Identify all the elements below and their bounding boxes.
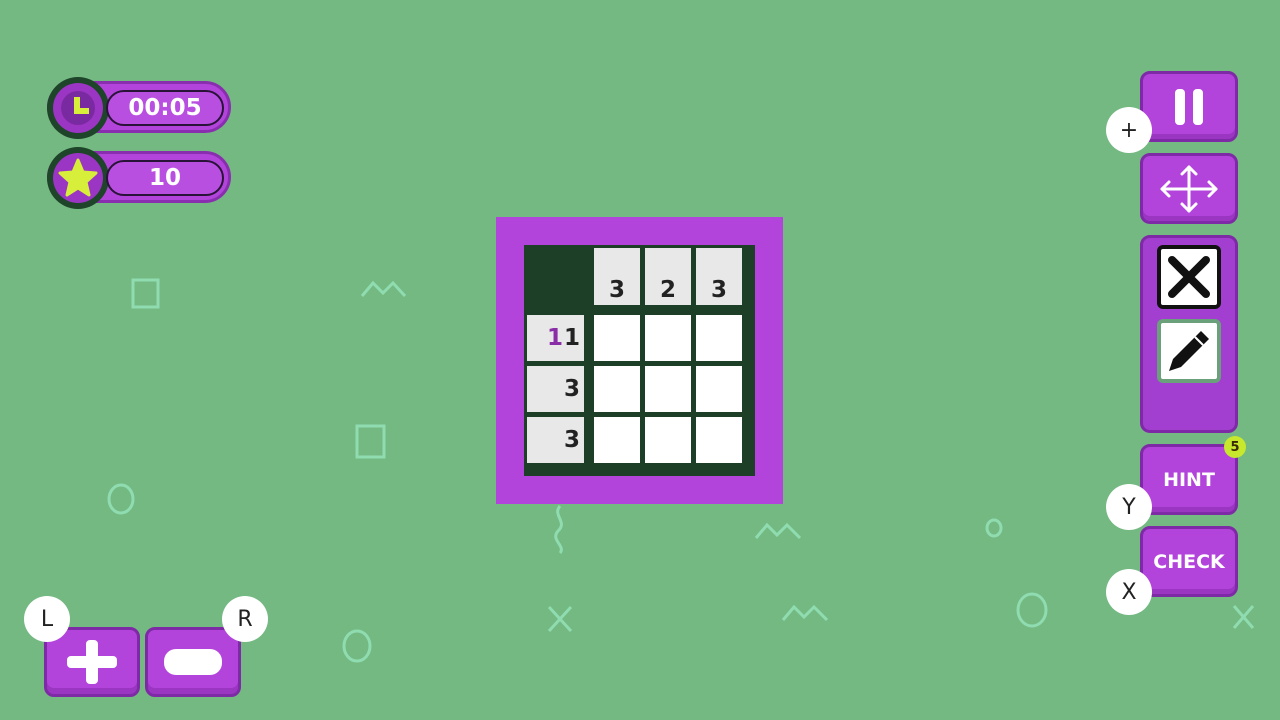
row-clue: 3 xyxy=(527,417,584,463)
column-clue: 3 xyxy=(594,248,640,305)
hint-count-badge: 5 xyxy=(1224,436,1246,458)
tool-selector xyxy=(1140,235,1238,433)
grid-cell[interactable] xyxy=(594,315,640,361)
puzzle-board: 3 2 3 11 3 3 xyxy=(524,245,755,476)
grid-cell[interactable] xyxy=(696,417,742,463)
row-clue-part: 3 xyxy=(563,427,581,453)
minus-icon xyxy=(164,649,222,675)
grid-cell[interactable] xyxy=(645,315,691,361)
row-clue: 3 xyxy=(527,366,584,412)
column-clue: 3 xyxy=(696,248,742,305)
plus-icon xyxy=(67,640,117,684)
grid-cell[interactable] xyxy=(594,366,640,412)
cross-icon xyxy=(1168,256,1210,298)
move-button[interactable] xyxy=(1140,153,1238,224)
pause-button[interactable] xyxy=(1140,71,1238,142)
star-icon xyxy=(58,158,98,197)
row-clue-part: 1 xyxy=(563,325,581,351)
score-display: 10 xyxy=(47,147,231,209)
grid-cell[interactable] xyxy=(696,315,742,361)
column-clue: 2 xyxy=(645,248,691,305)
star-badge xyxy=(47,147,109,209)
grid-cell[interactable] xyxy=(645,417,691,463)
timer-value: 00:05 xyxy=(106,90,224,126)
cross-tool-button[interactable] xyxy=(1157,245,1221,309)
clock-badge xyxy=(47,77,109,139)
zoom-out-key-hint: R xyxy=(222,596,268,642)
row-clue-part: 3 xyxy=(563,376,581,402)
zoom-in-key-hint: L xyxy=(24,596,70,642)
row-clue: 11 xyxy=(527,315,584,361)
hint-button[interactable]: HINT xyxy=(1140,444,1238,515)
hint-key-hint: Y xyxy=(1106,484,1152,530)
grid-cell[interactable] xyxy=(645,366,691,412)
score-value: 10 xyxy=(106,160,224,196)
clock-icon xyxy=(61,91,95,125)
grid-cell[interactable] xyxy=(594,417,640,463)
grid-cell[interactable] xyxy=(696,366,742,412)
move-arrows-icon xyxy=(1160,165,1218,212)
pencil-icon xyxy=(1169,331,1209,371)
pause-icon xyxy=(1175,88,1203,125)
check-button[interactable]: CHECK xyxy=(1140,526,1238,597)
row-clue-part-completed: 1 xyxy=(546,325,564,351)
timer-display: 00:05 xyxy=(47,77,231,139)
pause-key-hint: + xyxy=(1106,107,1152,153)
puzzle-frame: 3 2 3 11 3 3 xyxy=(496,217,783,504)
check-key-hint: X xyxy=(1106,569,1152,615)
zoom-out-button[interactable] xyxy=(145,627,241,697)
pencil-tool-button[interactable] xyxy=(1157,319,1221,383)
